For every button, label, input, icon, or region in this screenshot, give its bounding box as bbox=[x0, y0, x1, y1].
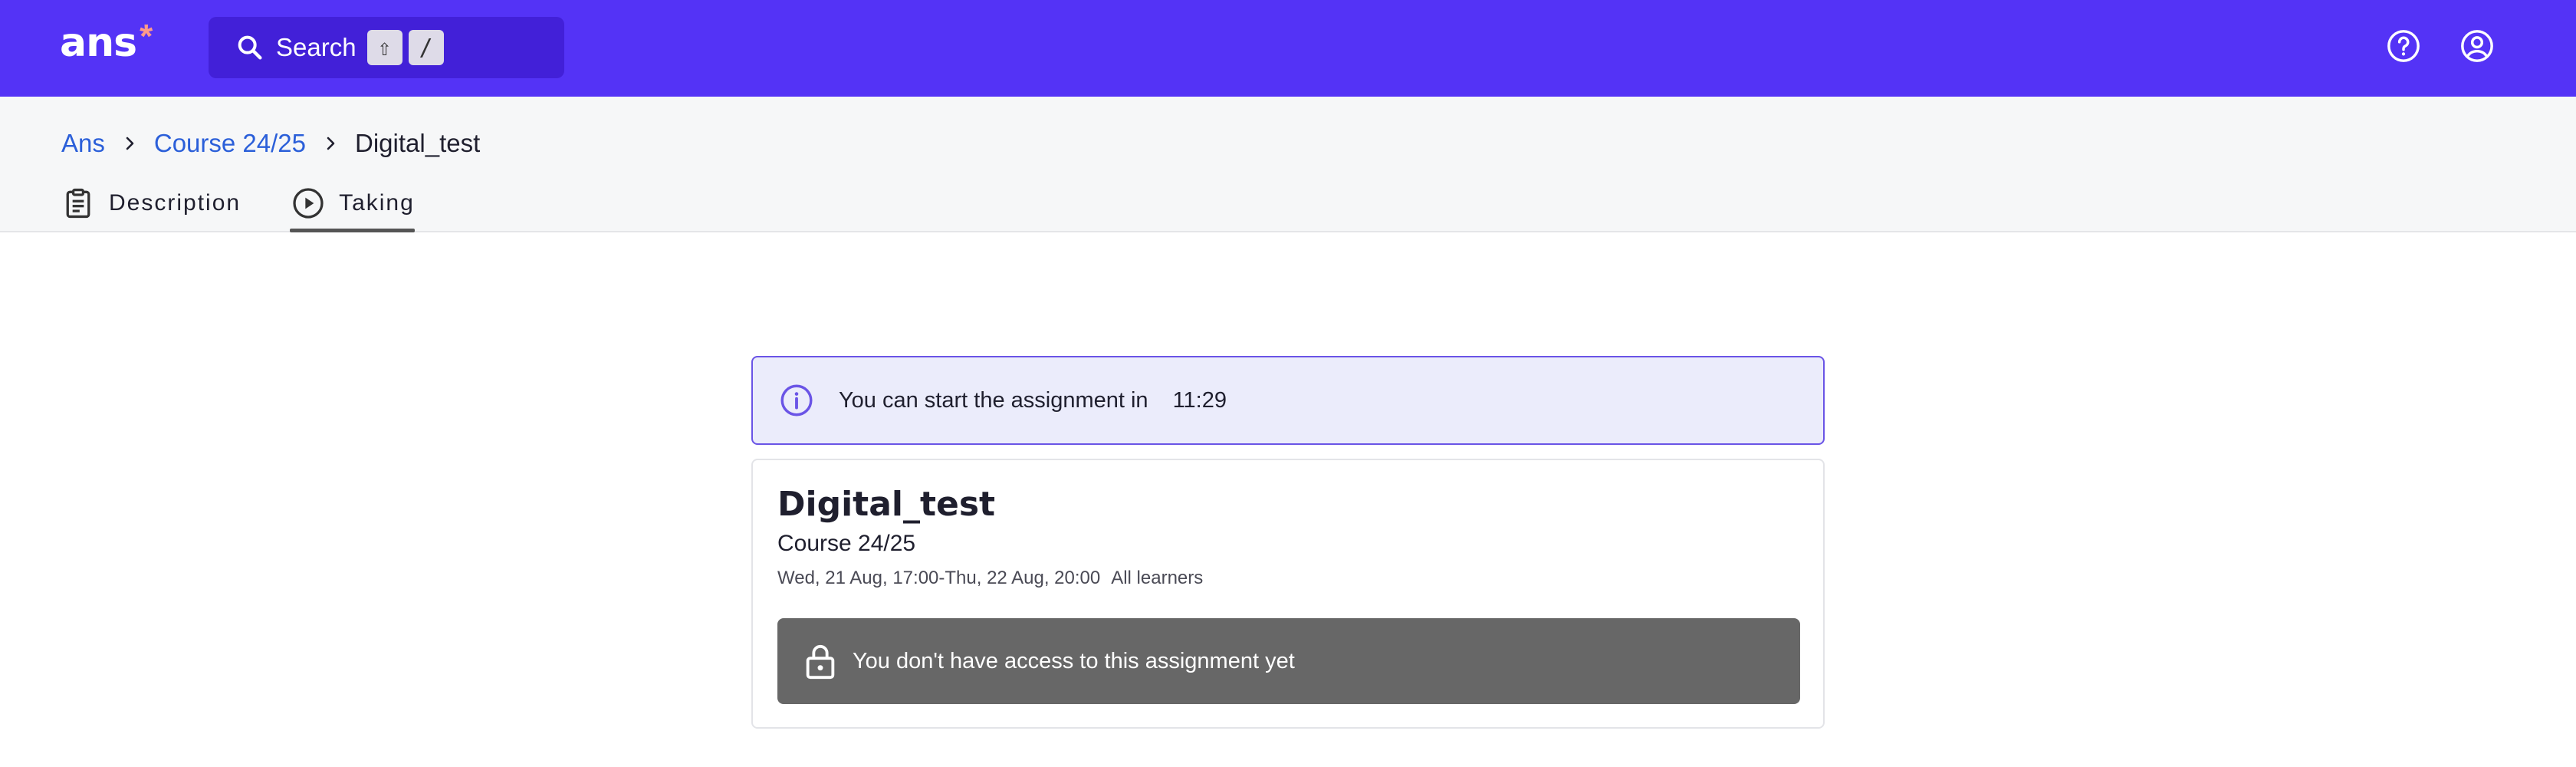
logo-text: ans bbox=[60, 20, 137, 66]
top-bar: ans * Search ⇧ / bbox=[0, 0, 2576, 97]
help-icon[interactable] bbox=[2386, 28, 2421, 64]
play-circle-icon bbox=[293, 187, 324, 219]
assignment-audience: All learners bbox=[1111, 568, 1204, 588]
shift-key-hint: ⇧ bbox=[366, 30, 402, 65]
page-header: Ans Course 24/25 Digital_test Descriptio… bbox=[0, 97, 2576, 232]
countdown-timer: 11:29 bbox=[1172, 387, 1227, 413]
chevron-right-icon bbox=[126, 137, 134, 150]
tab-taking[interactable]: Taking bbox=[290, 179, 415, 232]
assignment-meta: Wed, 21 Aug, 17:00-Thu, 22 Aug, 20:00 Al… bbox=[777, 568, 1203, 589]
breadcrumb: Ans Course 24/25 Digital_test bbox=[61, 124, 480, 163]
search-button[interactable]: Search ⇧ / bbox=[209, 17, 564, 78]
banner-message: You can start the assignment in bbox=[839, 387, 1148, 413]
countdown-banner: You can start the assignment in 11:29 bbox=[751, 356, 1825, 445]
access-message: You don't have access to this assignment… bbox=[853, 648, 1295, 673]
assignment-course: Course 24/25 bbox=[777, 531, 916, 556]
search-label: Search bbox=[276, 33, 356, 61]
search-icon bbox=[238, 35, 262, 60]
assignment-title: Digital_test bbox=[777, 485, 996, 524]
tab-description[interactable]: Description bbox=[61, 179, 241, 232]
tab-label: Description bbox=[109, 189, 242, 216]
assignment-card: Digital_test Course 24/25 Wed, 21 Aug, 1… bbox=[751, 459, 1825, 729]
account-icon[interactable] bbox=[2459, 28, 2495, 64]
assignment-schedule: Wed, 21 Aug, 17:00-Thu, 22 Aug, 20:00 bbox=[777, 568, 1101, 588]
lock-icon bbox=[806, 644, 835, 680]
slash-key-hint: / bbox=[408, 30, 444, 65]
breadcrumb-current: Digital_test bbox=[355, 129, 481, 157]
breadcrumb-link-course[interactable]: Course 24/25 bbox=[154, 129, 306, 158]
chevron-right-icon bbox=[327, 137, 335, 150]
info-icon bbox=[780, 384, 813, 416]
tab-bar: Description Taking bbox=[61, 179, 465, 232]
access-locked-bar: You don't have access to this assignment… bbox=[777, 618, 1800, 704]
breadcrumb-link-ans[interactable]: Ans bbox=[61, 129, 105, 158]
clipboard-icon bbox=[66, 188, 90, 218]
ans-logo[interactable]: ans * bbox=[60, 18, 153, 67]
tab-label: Taking bbox=[339, 189, 415, 216]
logo-asterisk: * bbox=[140, 18, 153, 55]
